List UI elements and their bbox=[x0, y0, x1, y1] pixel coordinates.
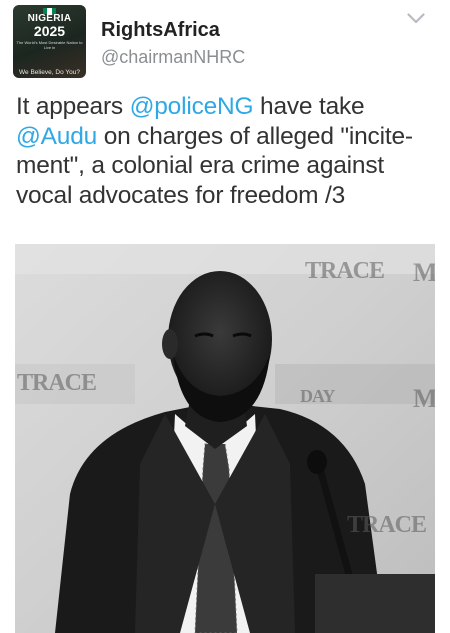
tweet-photo[interactable]: TRACE TRACE M M DAY TRACE bbox=[15, 244, 435, 633]
tweet-text-part: It appears bbox=[16, 93, 130, 120]
user-handle[interactable]: @chairmanNHRC bbox=[101, 47, 245, 68]
avatar-line4: We Believe, Do You? bbox=[19, 69, 80, 76]
avatar-line3: The World's Most Desirable Nation to Liv… bbox=[16, 40, 83, 50]
tweet-text-part: have take bbox=[253, 93, 365, 120]
watermark-text: M bbox=[413, 258, 435, 287]
more-options-button[interactable] bbox=[400, 6, 432, 30]
mention-link[interactable]: @Audu bbox=[16, 123, 97, 150]
watermark-text: TRACE bbox=[347, 512, 427, 538]
avatar-line2: 2025 bbox=[33, 23, 66, 39]
watermark-text: TRACE bbox=[305, 258, 385, 284]
tweet-text: It appears @policeNG have take @Audu on … bbox=[16, 92, 436, 210]
chevron-down-icon bbox=[407, 12, 425, 23]
display-name[interactable]: RightsAfrica bbox=[101, 19, 220, 42]
mention-link[interactable]: @policeNG bbox=[130, 93, 254, 120]
speaker-photo bbox=[15, 244, 435, 633]
watermark-text: M bbox=[413, 384, 435, 413]
watermark-text: DAY bbox=[300, 386, 335, 406]
watermark-text: TRACE bbox=[17, 370, 97, 396]
avatar[interactable]: NIGERIA 2025 The World's Most Desirable … bbox=[13, 5, 86, 78]
